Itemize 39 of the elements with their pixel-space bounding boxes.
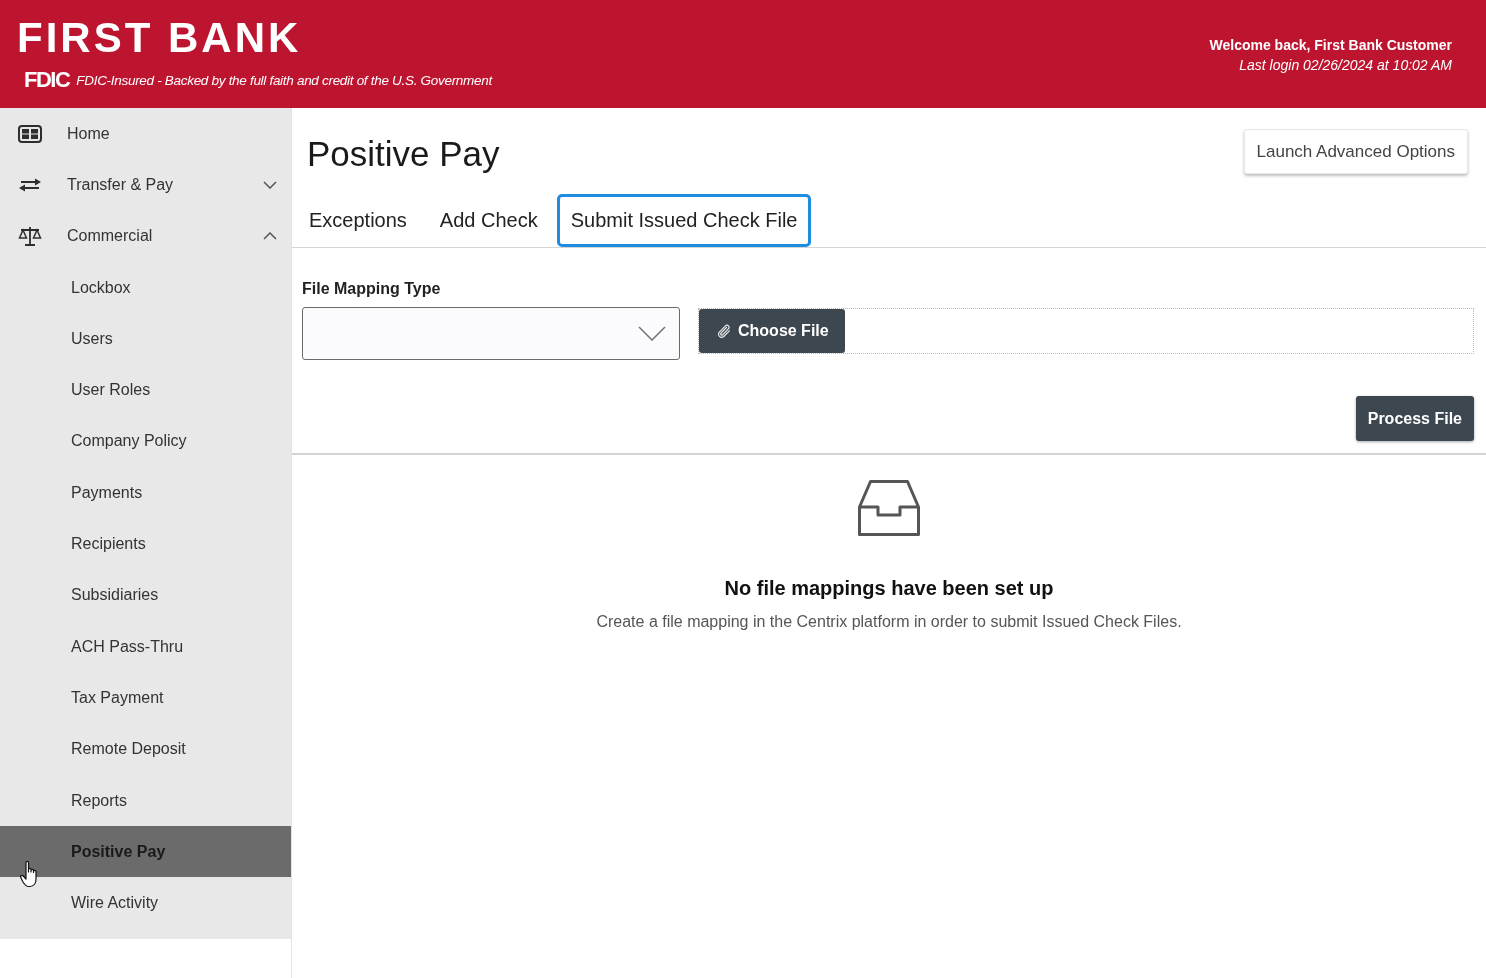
nav-subitem[interactable]: Tax Payment: [0, 672, 291, 724]
tab[interactable]: Exceptions: [295, 194, 421, 247]
nav-subitem[interactable]: Reports: [0, 774, 291, 827]
bank-logo[interactable]: FIRST BANK: [17, 17, 302, 59]
choose-file-button[interactable]: Choose File: [699, 309, 845, 353]
nav-subitem[interactable]: Recipients: [0, 518, 291, 570]
tab[interactable]: Submit Issued Check File: [556, 194, 812, 247]
nav-subitem[interactable]: ACH Pass-Thru: [0, 620, 291, 673]
file-upload-field[interactable]: Choose File: [698, 308, 1474, 354]
scales-icon: [18, 226, 42, 247]
nav-subitem[interactable]: Users: [0, 313, 291, 365]
nav-subitem[interactable]: User Roles: [0, 364, 291, 416]
nav-item[interactable]: Transfer & Pay: [0, 159, 291, 211]
launch-advanced-options-button[interactable]: Launch Advanced Options: [1243, 129, 1468, 174]
inbox-tray-icon: [858, 480, 920, 536]
welcome-text: Welcome back, First Bank Customer: [1209, 36, 1452, 55]
tab[interactable]: Add Check: [425, 194, 552, 247]
fdic-notice: FDIC-Insured - Backed by the full faith and credit of the U.S. Government: [76, 72, 492, 88]
hand-cursor-icon: [20, 860, 40, 888]
last-login-text: Last login 02/26/2024 at 10:02 AM: [1239, 56, 1452, 75]
nav-subitem[interactable]: Wire Activity: [0, 877, 291, 929]
nav-subitem[interactable]: Company Policy: [0, 415, 291, 468]
file-mapping-select[interactable]: [302, 307, 680, 360]
nav-subitem[interactable]: Payments: [0, 467, 291, 519]
fdic-logo: FDIC: [24, 67, 70, 93]
nav-subitem[interactable]: Lockbox: [0, 261, 291, 314]
field-label: File Mapping Type: [302, 279, 441, 299]
transfer-arrows-icon: [18, 177, 42, 192]
paperclip-icon: [717, 323, 731, 339]
empty-state-title: No file mappings have been set up: [724, 576, 1054, 601]
nav-item[interactable]: Commercial: [0, 210, 291, 262]
page-title: Positive Pay: [307, 133, 500, 175]
nav-subitem[interactable]: Remote Deposit: [0, 723, 291, 775]
process-file-button[interactable]: Process File: [1355, 396, 1474, 441]
chevron-down-icon: [638, 326, 666, 341]
nav-subitem[interactable]: Subsidiaries: [0, 569, 291, 621]
empty-state-message: Create a file mapping in the Centrix platform in order to submit Issued Check Files.: [596, 612, 1182, 632]
nav-item[interactable]: Home: [0, 108, 291, 160]
grid-icon: [18, 124, 42, 143]
